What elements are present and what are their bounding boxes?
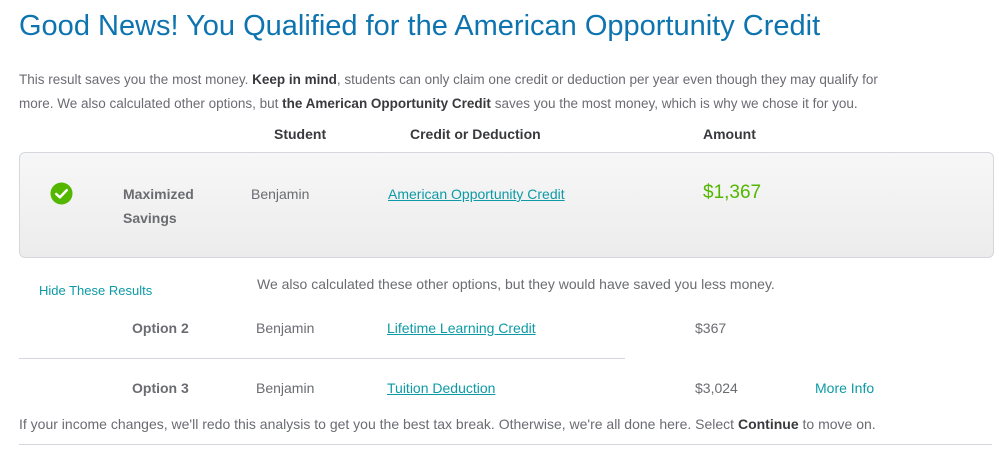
best-student: Benjamin bbox=[251, 186, 310, 202]
footer-text-part: to move on. bbox=[798, 416, 876, 432]
best-label: Maximized bbox=[123, 186, 194, 202]
option-2-label: Option 2 bbox=[132, 320, 189, 336]
footer-continue-emphasis: Continue bbox=[737, 416, 799, 432]
check-circle-icon bbox=[50, 182, 73, 205]
other-options-note: We also calculated these other options, … bbox=[257, 276, 775, 292]
option-2-student: Benjamin bbox=[256, 320, 315, 336]
intro-text: This result saves you the most money. bbox=[19, 72, 253, 87]
option-2-credit-link[interactable]: Lifetime Learning Credit bbox=[387, 320, 536, 336]
option-3-amount: $3,024 bbox=[695, 380, 738, 396]
intro-text: , students can only claim one credit or … bbox=[336, 72, 878, 87]
column-header-amount: Amount bbox=[703, 126, 756, 142]
intro-text: saves you the most money, which is why w… bbox=[490, 96, 858, 111]
column-header-student: Student bbox=[274, 126, 327, 142]
footer-text-part: If your income changes, we'll redo this … bbox=[19, 416, 738, 432]
best-label: Savings bbox=[123, 210, 177, 226]
best-option-card bbox=[19, 152, 994, 258]
best-credit-link[interactable]: American Opportunity Credit bbox=[388, 186, 565, 202]
more-info-link[interactable]: More Info bbox=[815, 380, 874, 396]
intro-emphasis: the American Opportunity Credit bbox=[282, 96, 491, 111]
footer-text: If your income changes, we'll redo this … bbox=[19, 416, 876, 432]
page-title: Good News! You Qualified for the America… bbox=[19, 10, 821, 42]
option-3-student: Benjamin bbox=[256, 380, 315, 396]
intro-line-1: This result saves you the most money. Ke… bbox=[19, 72, 878, 87]
hide-results-link[interactable]: Hide These Results bbox=[39, 283, 152, 298]
best-amount: $1,367 bbox=[703, 182, 762, 203]
column-header-credit: Credit or Deduction bbox=[410, 126, 541, 142]
option-3-credit-link[interactable]: Tuition Deduction bbox=[387, 380, 495, 396]
footer-divider bbox=[19, 444, 992, 445]
row-divider bbox=[19, 358, 625, 359]
intro-text: more. We also calculated other options, … bbox=[19, 96, 283, 111]
intro-emphasis: Keep in mind bbox=[252, 72, 337, 87]
option-3-label: Option 3 bbox=[132, 380, 189, 396]
intro-line-2: more. We also calculated other options, … bbox=[19, 96, 858, 111]
option-2-amount: $367 bbox=[695, 320, 727, 336]
